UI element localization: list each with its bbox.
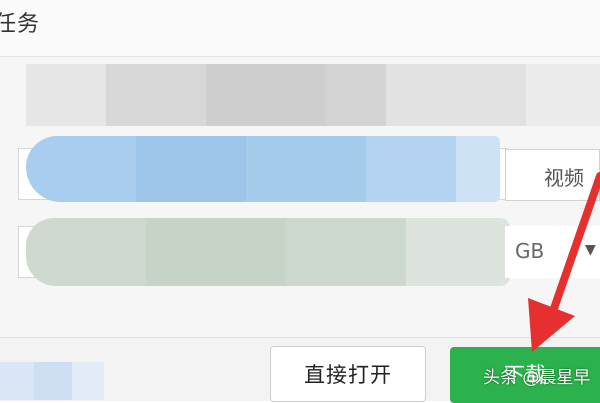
filename-field-redacted [26, 136, 500, 202]
dialog-title-bar: 任务 [0, 0, 600, 57]
save-path-field-redacted [26, 218, 510, 286]
type-select[interactable]: 视频 [505, 149, 600, 201]
watermark-text: 头条 @晨星早 [483, 368, 591, 388]
footer-left-redacted [0, 362, 104, 400]
dialog-title: 任务 [0, 12, 41, 37]
open-directly-button[interactable]: 直接打开 [270, 346, 426, 402]
size-select-value: GB [515, 239, 545, 263]
type-select-value: 视频 [544, 166, 584, 190]
size-select[interactable]: GB ▼ [505, 226, 600, 278]
dropdown-caret-icon: ▼ [585, 242, 596, 258]
url-field-redacted[interactable] [26, 64, 600, 126]
